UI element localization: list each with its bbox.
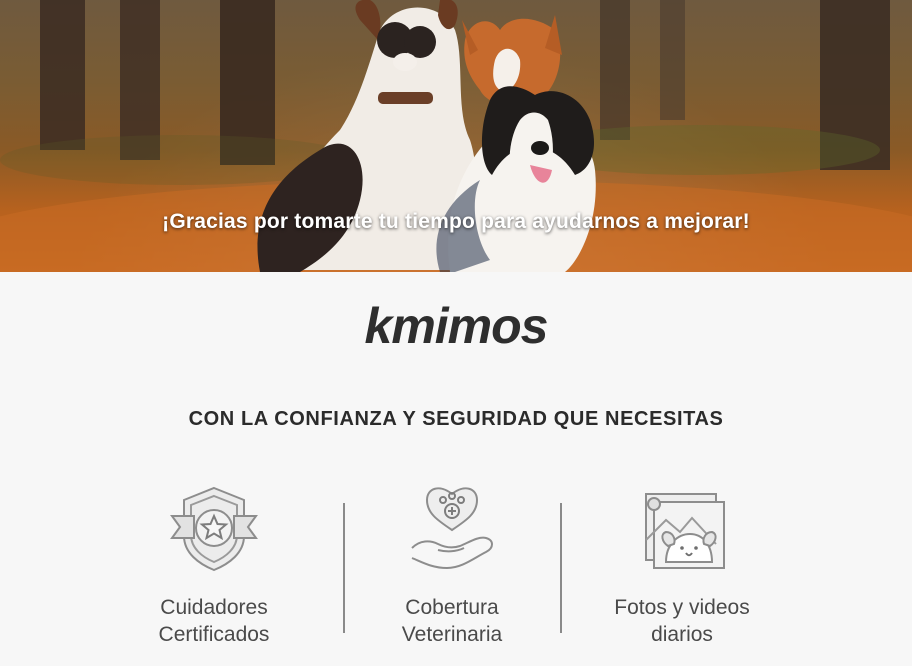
hand-heart-paw-icon xyxy=(411,487,493,570)
tagline: CON LA CONFIANZA Y SEGURIDAD QUE NECESIT… xyxy=(188,408,724,430)
hero-banner: ¡Gracias por tomarte tu tiempo para ayud… xyxy=(0,0,912,272)
features-row: Cuidadores Certificados Cobertura Veteri… xyxy=(0,478,912,658)
divider xyxy=(343,503,345,633)
feature-certified-caregivers: Cuidadores Certificados xyxy=(104,478,324,648)
feature-label: Cobertura Veterinaria xyxy=(401,596,503,646)
hero-headline: ¡Gracias por tomarte tu tiempo para ayud… xyxy=(162,210,750,233)
feature-daily-media: Fotos y videos diarios xyxy=(572,478,792,648)
divider xyxy=(560,503,562,633)
logo-area: kmimos xyxy=(0,296,912,356)
badge-star-icon xyxy=(170,486,258,572)
feature-vet-coverage: Cobertura Veterinaria xyxy=(342,478,562,648)
feature-label: Cuidadores Certificados xyxy=(158,596,270,646)
kmimos-logo: kmimos xyxy=(364,298,549,354)
feature-label: Fotos y videos diarios xyxy=(614,596,750,646)
photo-dog-icon xyxy=(645,493,725,569)
